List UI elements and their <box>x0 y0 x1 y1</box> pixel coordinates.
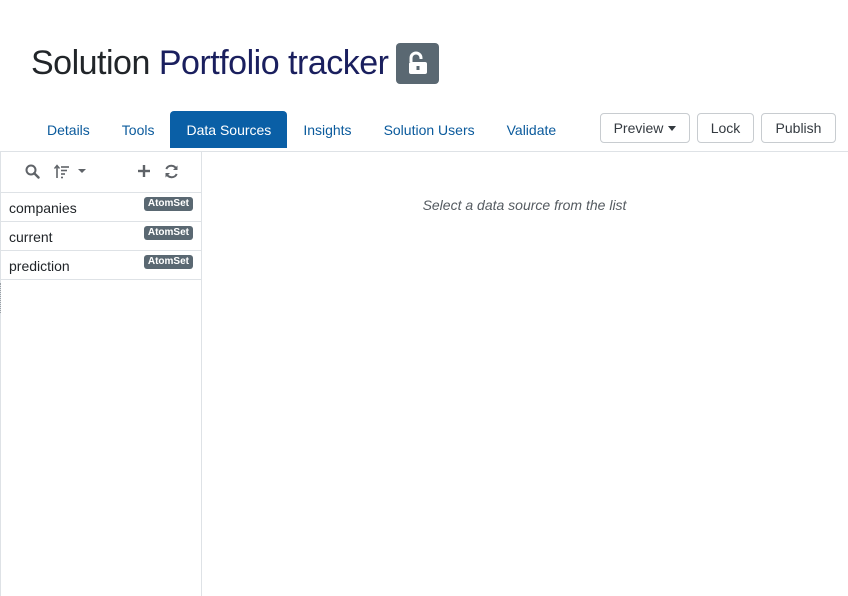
data-source-name: companies <box>9 200 77 216</box>
tab-data-sources[interactable]: Data Sources <box>170 111 288 148</box>
list-item[interactable]: companies AtomSet <box>1 193 201 222</box>
lock-label: Lock <box>710 120 741 136</box>
refresh-icon[interactable] <box>164 164 179 184</box>
sidebar-resize-handle[interactable] <box>0 283 2 313</box>
search-icon[interactable] <box>25 164 40 184</box>
list-item[interactable]: current AtomSet <box>1 222 201 251</box>
title-solution-name: Portfolio tracker <box>158 43 389 82</box>
tab-solution-users[interactable]: Solution Users <box>368 111 491 148</box>
chevron-down-icon <box>668 125 677 131</box>
tab-validate[interactable]: Validate <box>491 111 573 148</box>
preview-label: Preview <box>613 120 664 136</box>
sort-icon[interactable] <box>53 164 88 184</box>
tab-tools[interactable]: Tools <box>106 111 171 148</box>
tab-insights[interactable]: Insights <box>287 111 367 148</box>
list-item[interactable]: prediction AtomSet <box>1 251 201 280</box>
tab-bar: Details Tools Data Sources Insights Solu… <box>31 111 572 148</box>
tab-label: Tools <box>121 121 155 138</box>
empty-state-message: Select a data source from the list <box>422 197 627 213</box>
title-prefix: Solution <box>31 43 150 82</box>
type-badge: AtomSet <box>143 255 193 269</box>
sidebar-toolbar <box>1 152 201 193</box>
tab-label: Data Sources <box>186 121 272 138</box>
publish-button[interactable]: Publish <box>761 113 836 143</box>
tab-details[interactable]: Details <box>31 111 106 148</box>
lock-button[interactable]: Lock <box>697 113 754 143</box>
page-title: Solution Portfolio tracker <box>31 38 440 88</box>
tab-label: Insights <box>303 121 352 138</box>
type-badge: AtomSet <box>143 226 193 240</box>
tab-label: Validate <box>506 121 557 138</box>
tab-label: Solution Users <box>383 121 475 138</box>
unlocked-padlock-icon[interactable] <box>396 42 440 84</box>
data-source-name: current <box>9 229 53 245</box>
preview-dropdown-button[interactable]: Preview <box>600 113 690 143</box>
data-source-name: prediction <box>9 258 70 274</box>
tab-label: Details <box>47 121 90 138</box>
type-badge: AtomSet <box>143 197 193 211</box>
data-source-sidebar: companies AtomSet current AtomSet predic… <box>0 152 202 596</box>
plus-icon[interactable] <box>137 164 151 183</box>
publish-label: Publish <box>775 120 822 136</box>
